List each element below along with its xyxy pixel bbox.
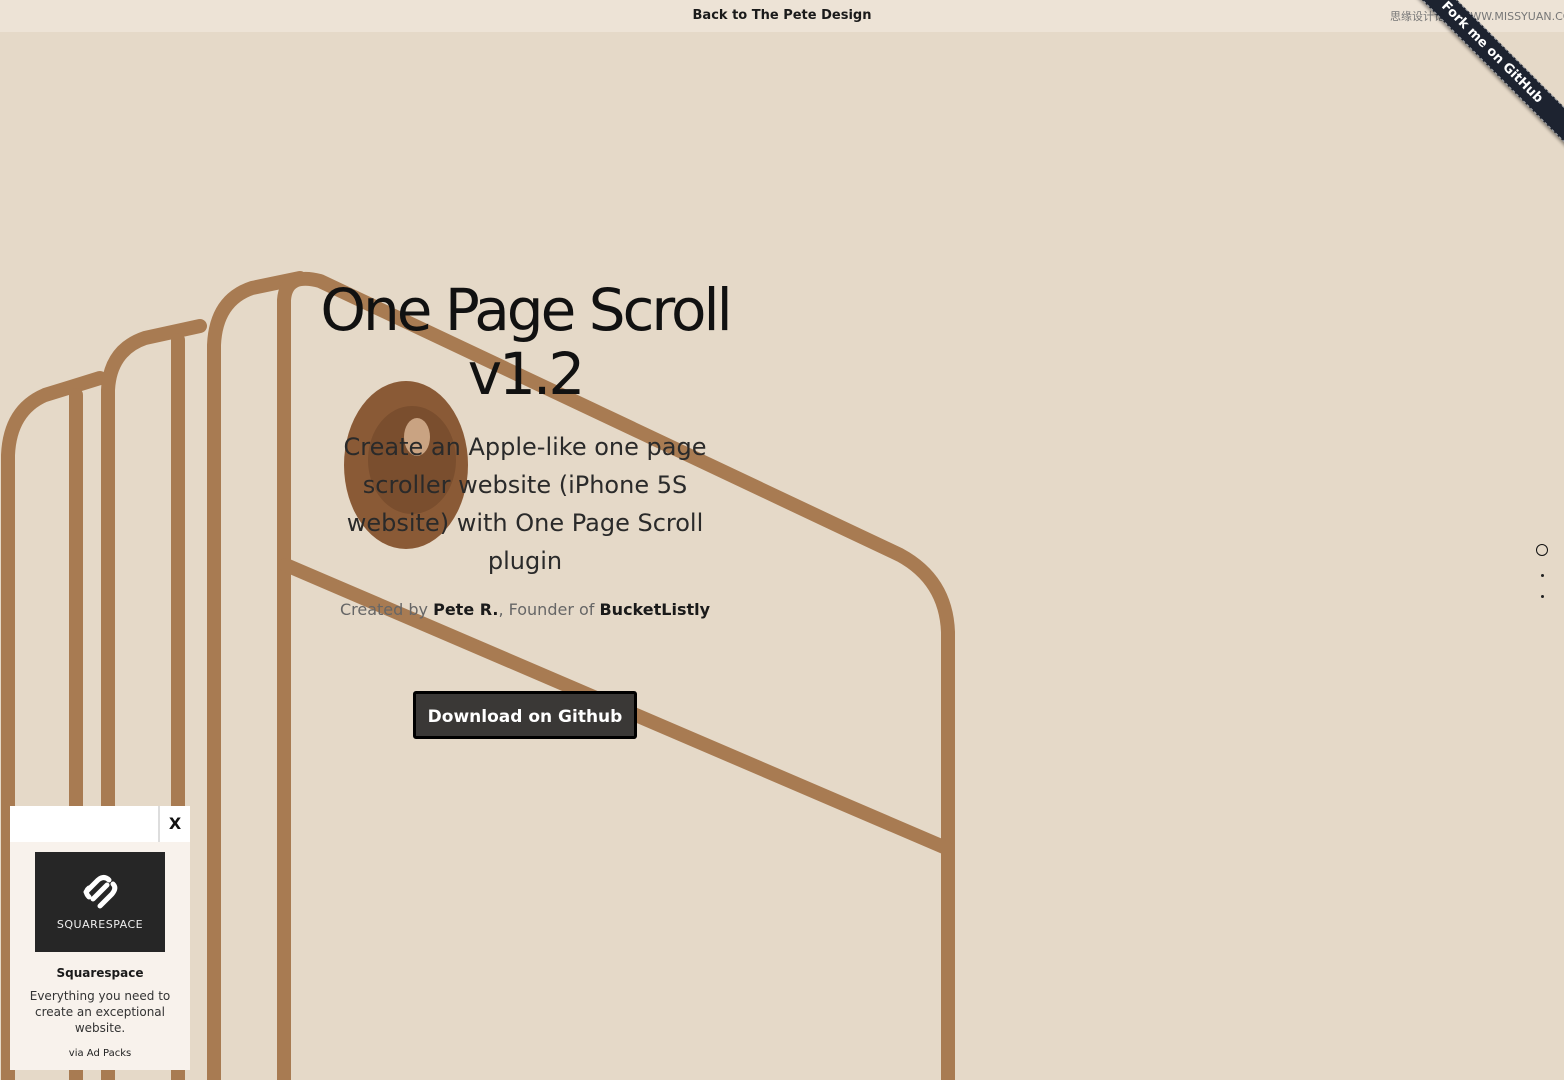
ad-panel: X SQUARESPACE Squarespace Everything you…: [10, 806, 190, 1070]
company-link[interactable]: BucketListly: [599, 600, 710, 619]
ad-close-button[interactable]: X: [158, 806, 190, 842]
github-ribbon-label[interactable]: Fork me on GitHub: [1404, 0, 1564, 147]
ad-title[interactable]: Squarespace: [10, 966, 190, 980]
page-title: One Page Scroll v1.2: [320, 276, 732, 408]
hero: One Page Scroll v1.2 Create an Apple-lik…: [290, 278, 760, 739]
credits-prefix: Created by: [339, 600, 434, 619]
ad-logo-text: SQUARESPACE: [56, 918, 144, 931]
page-pagination: [1536, 544, 1548, 616]
credits-middle: , Founder of: [498, 600, 600, 619]
pager-dot-1[interactable]: [1536, 544, 1548, 556]
pager-dot-3[interactable]: [1540, 595, 1544, 598]
ad-header: X: [10, 806, 190, 842]
credits: Created by Pete R., Founder of BucketLis…: [290, 600, 760, 619]
github-ribbon[interactable]: Fork me on GitHub: [1404, 0, 1564, 160]
pager-dot-2[interactable]: [1540, 574, 1544, 577]
download-button[interactable]: Download on Github: [413, 691, 637, 739]
phone-illustration: [1, 271, 955, 1080]
author-link[interactable]: Pete R.: [433, 600, 498, 619]
ad-via-link[interactable]: via Ad Packs: [10, 1048, 190, 1059]
back-link[interactable]: Back to The Pete Design: [693, 8, 872, 23]
hero-subtitle: Create an Apple-like one page scroller w…: [343, 433, 707, 575]
ad-description: Everything you need to create an excepti…: [29, 989, 171, 1035]
ad-image[interactable]: SQUARESPACE: [35, 852, 165, 952]
squarespace-logo-icon: [83, 875, 118, 909]
top-bar: Back to The Pete Design: [0, 0, 1564, 32]
